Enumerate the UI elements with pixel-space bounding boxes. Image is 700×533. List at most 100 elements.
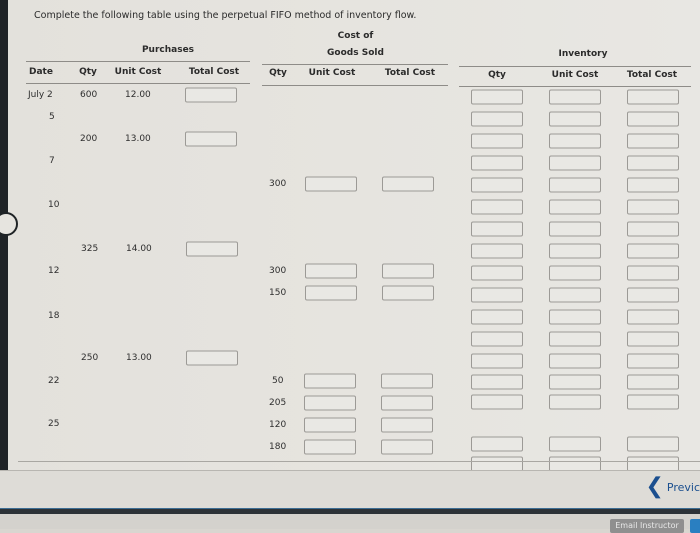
inventory-qty-input[interactable] bbox=[471, 133, 523, 149]
inventory-unit-cost-input[interactable] bbox=[549, 436, 601, 452]
cogs-unit-cost-input[interactable] bbox=[305, 176, 357, 192]
cogs-unit-cost-input[interactable] bbox=[304, 439, 356, 455]
inventory-total-cost-input[interactable] bbox=[627, 265, 679, 281]
cogs-qty: 205 bbox=[269, 398, 287, 408]
cogs-unit-cost-input[interactable] bbox=[305, 263, 357, 279]
inventory-total-cost-input[interactable] bbox=[627, 287, 679, 303]
inventory-qty-input[interactable] bbox=[471, 89, 523, 105]
purchase-total-cost-input[interactable] bbox=[185, 131, 237, 147]
inventory-total-cost-input[interactable] bbox=[627, 243, 679, 259]
inventory-unit-cost-input[interactable] bbox=[549, 177, 601, 193]
date-cell: 5 bbox=[49, 112, 55, 122]
date-cell: 25 bbox=[48, 419, 60, 429]
col-inventory-qty: Qty bbox=[488, 70, 506, 80]
inventory-unit-cost-input[interactable] bbox=[549, 155, 601, 171]
purchases-top-rule bbox=[26, 61, 250, 62]
inventory-qty-input[interactable] bbox=[471, 243, 523, 259]
question-panel: Complete the following table using the p… bbox=[0, 0, 700, 472]
side-panel-handle[interactable] bbox=[0, 212, 18, 236]
cogs-header-line1: Cost of bbox=[337, 31, 374, 41]
cogs-qty: 300 bbox=[269, 266, 287, 276]
inventory-qty-input[interactable] bbox=[471, 155, 523, 171]
inventory-unit-cost-input[interactable] bbox=[549, 89, 601, 105]
inventory-qty-input[interactable] bbox=[471, 331, 523, 347]
cogs-total-cost-input[interactable] bbox=[381, 395, 433, 411]
email-instructor-button[interactable]: Email Instructor bbox=[610, 519, 684, 533]
inventory-qty-input[interactable] bbox=[471, 265, 523, 281]
inventory-qty-input[interactable] bbox=[471, 287, 523, 303]
date-cell: July 2 bbox=[28, 90, 53, 100]
purchase-unit-cost: 13.00 bbox=[125, 134, 151, 144]
inventory-qty-input[interactable] bbox=[471, 309, 523, 325]
inventory-unit-cost-input[interactable] bbox=[549, 287, 601, 303]
inventory-qty-input[interactable] bbox=[471, 199, 523, 215]
cogs-top-rule bbox=[262, 64, 448, 65]
inventory-total-cost-input[interactable] bbox=[627, 155, 679, 171]
purchase-qty: 325 bbox=[81, 244, 99, 254]
inventory-qty-input[interactable] bbox=[471, 436, 523, 452]
inventory-unit-cost-input[interactable] bbox=[549, 265, 601, 281]
col-inventory-unit-cost: Unit Cost bbox=[551, 70, 599, 80]
inventory-qty-input[interactable] bbox=[471, 353, 523, 369]
cogs-total-cost-input[interactable] bbox=[381, 439, 433, 455]
inventory-bottom-rule bbox=[459, 86, 691, 87]
purchase-qty: 200 bbox=[80, 134, 98, 144]
inventory-total-cost-input[interactable] bbox=[627, 177, 679, 193]
col-date: Date bbox=[29, 67, 53, 77]
inventory-unit-cost-input[interactable] bbox=[549, 133, 601, 149]
cogs-header-line2: Goods Sold bbox=[327, 48, 384, 58]
submit-button[interactable] bbox=[690, 519, 700, 533]
purchase-qty: 250 bbox=[81, 353, 99, 363]
cogs-unit-cost-input[interactable] bbox=[304, 395, 356, 411]
cogs-unit-cost-input[interactable] bbox=[305, 285, 357, 301]
inventory-unit-cost-input[interactable] bbox=[549, 394, 601, 410]
inventory-qty-input[interactable] bbox=[471, 111, 523, 127]
inventory-qty-input[interactable] bbox=[471, 221, 523, 237]
inventory-unit-cost-input[interactable] bbox=[549, 374, 601, 390]
inventory-total-cost-input[interactable] bbox=[627, 353, 679, 369]
cogs-bottom-rule bbox=[262, 85, 448, 86]
cogs-total-cost-input[interactable] bbox=[382, 263, 434, 279]
purchase-total-cost-input[interactable] bbox=[186, 350, 238, 366]
inventory-total-cost-input[interactable] bbox=[627, 221, 679, 237]
cogs-unit-cost-input[interactable] bbox=[304, 373, 356, 389]
cogs-qty: 150 bbox=[269, 288, 287, 298]
inventory-unit-cost-input[interactable] bbox=[549, 111, 601, 127]
cogs-total-cost-input[interactable] bbox=[381, 417, 433, 433]
inventory-total-cost-input[interactable] bbox=[627, 199, 679, 215]
inventory-unit-cost-input[interactable] bbox=[549, 353, 601, 369]
inventory-qty-input[interactable] bbox=[471, 394, 523, 410]
purchase-total-cost-input[interactable] bbox=[186, 241, 238, 257]
inventory-total-cost-input[interactable] bbox=[627, 436, 679, 452]
col-inventory-total-cost: Total Cost bbox=[626, 70, 678, 80]
inventory-unit-cost-input[interactable] bbox=[549, 309, 601, 325]
purchases-header: Purchases bbox=[141, 45, 195, 55]
inventory-qty-input[interactable] bbox=[471, 177, 523, 193]
cogs-total-cost-input[interactable] bbox=[382, 176, 434, 192]
inventory-qty-input[interactable] bbox=[471, 374, 523, 390]
inventory-total-cost-input[interactable] bbox=[627, 111, 679, 127]
inventory-unit-cost-input[interactable] bbox=[549, 199, 601, 215]
inventory-total-cost-input[interactable] bbox=[627, 331, 679, 347]
date-cell: 18 bbox=[48, 311, 60, 321]
inventory-unit-cost-input[interactable] bbox=[549, 221, 601, 237]
previous-button[interactable]: ❮ Previc bbox=[645, 476, 700, 498]
col-purchases-total-cost: Total Cost bbox=[188, 67, 240, 77]
cogs-total-cost-input[interactable] bbox=[382, 285, 434, 301]
cogs-total-cost-input[interactable] bbox=[381, 373, 433, 389]
cogs-unit-cost-input[interactable] bbox=[304, 417, 356, 433]
navigation-bar bbox=[0, 470, 700, 511]
purchase-qty: 600 bbox=[80, 90, 98, 100]
bottom-toolbar bbox=[0, 514, 700, 529]
cogs-qty: 120 bbox=[269, 420, 287, 430]
inventory-unit-cost-input[interactable] bbox=[549, 331, 601, 347]
purchase-unit-cost: 13.00 bbox=[126, 353, 152, 363]
purchase-total-cost-input[interactable] bbox=[185, 87, 237, 103]
inventory-total-cost-input[interactable] bbox=[627, 374, 679, 390]
inventory-total-cost-input[interactable] bbox=[627, 133, 679, 149]
inventory-total-cost-input[interactable] bbox=[627, 394, 679, 410]
inventory-total-cost-input[interactable] bbox=[627, 309, 679, 325]
inventory-header: Inventory bbox=[558, 49, 608, 59]
inventory-total-cost-input[interactable] bbox=[627, 89, 679, 105]
inventory-unit-cost-input[interactable] bbox=[549, 243, 601, 259]
